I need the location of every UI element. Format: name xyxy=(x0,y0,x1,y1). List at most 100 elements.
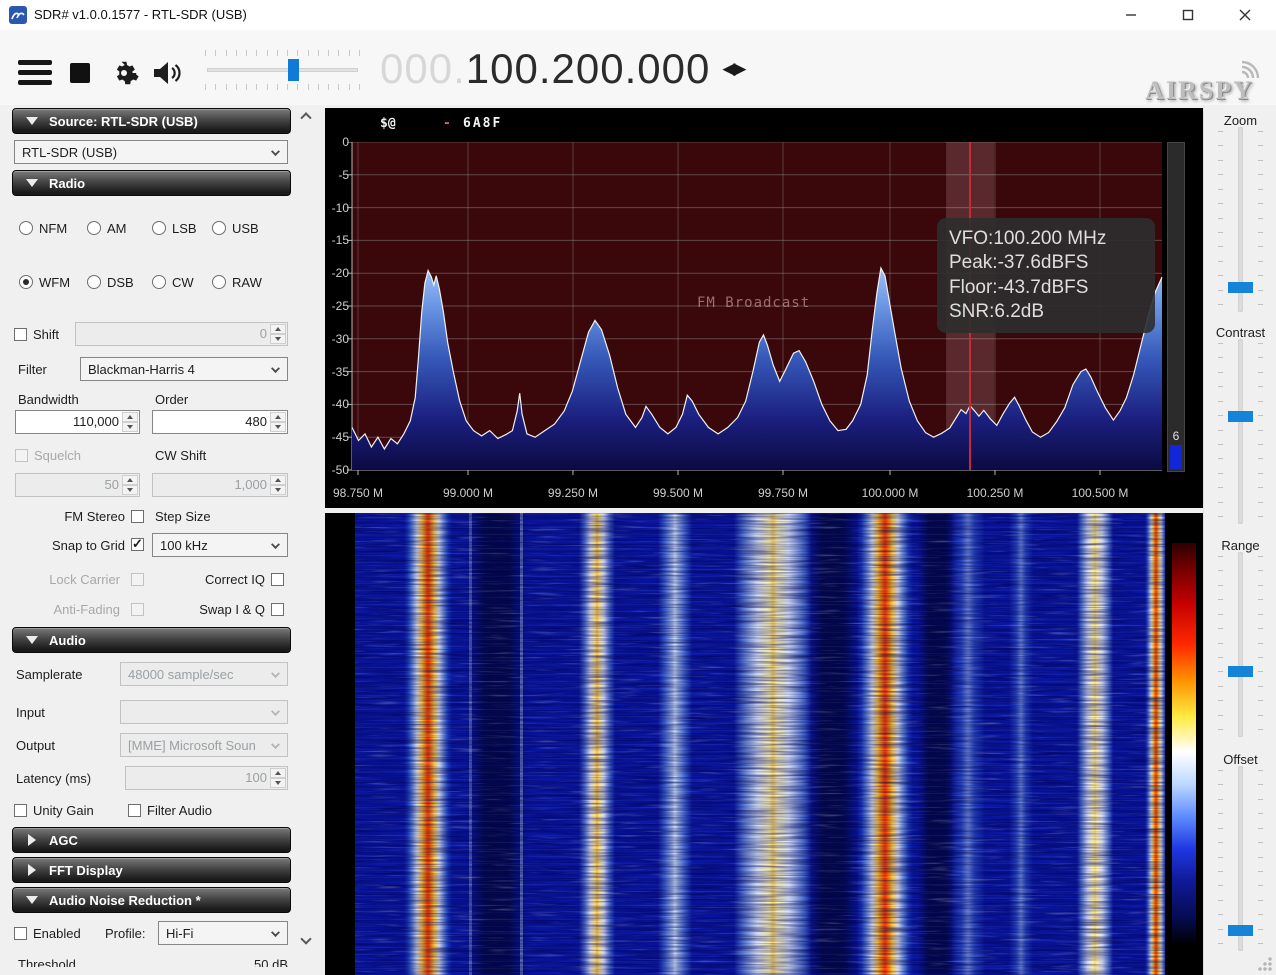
slider-tick xyxy=(1258,943,1263,944)
maximize-button[interactable] xyxy=(1165,0,1210,30)
order-spinner[interactable]: 480 xyxy=(152,410,288,434)
audio-panel-header[interactable]: Audio xyxy=(12,627,291,653)
slider-tick xyxy=(1258,671,1263,672)
snap-to-grid-checkbox[interactable] xyxy=(131,538,144,551)
slider-tick xyxy=(1258,174,1263,175)
samplerate-dropdown[interactable]: 48000 sample/sec xyxy=(120,662,288,686)
stop-button[interactable] xyxy=(70,63,90,83)
slider-tick xyxy=(1258,614,1263,615)
contrast-slider[interactable] xyxy=(1218,339,1263,524)
slider-tick xyxy=(1218,372,1223,373)
step-size-label: Step Size xyxy=(155,509,211,524)
squelch-spinner[interactable]: 50 xyxy=(15,473,140,497)
anti-fading-checkbox[interactable] xyxy=(131,603,144,616)
slider-tick xyxy=(1258,473,1263,474)
frequency-dim-digits[interactable]: 000. xyxy=(380,45,466,93)
window-resize-grip[interactable] xyxy=(1257,956,1273,972)
mode-wfm[interactable]: WFM xyxy=(19,275,70,290)
range-slider-label: Range xyxy=(1204,538,1276,553)
slider-tick xyxy=(1258,261,1263,262)
speaker-icon[interactable] xyxy=(152,60,182,91)
spectrum-display[interactable]: $@ - 6A8F 0-5-10-15-20-25-30-35-40-45-50… xyxy=(325,108,1203,508)
slider-tick xyxy=(1258,145,1263,146)
menu-button[interactable] xyxy=(18,60,52,85)
slider-tick xyxy=(1218,729,1223,730)
fm-stereo-checkbox[interactable] xyxy=(131,510,144,523)
slider-tick xyxy=(1218,304,1223,305)
radio-panel-header[interactable]: Radio xyxy=(12,170,291,196)
mode-cw[interactable]: CW xyxy=(152,275,194,290)
latency-spinner[interactable]: 100 xyxy=(125,766,288,790)
shift-checkbox[interactable] xyxy=(14,328,27,341)
tooltip-floor: Floor:-43.7dBFS xyxy=(949,276,1143,300)
slider-thumb[interactable] xyxy=(1228,925,1253,936)
db-tick-label: -45 xyxy=(325,430,349,444)
squelch-checkbox[interactable] xyxy=(15,449,28,462)
slider-tick xyxy=(1218,458,1223,459)
frequency-digits[interactable]: 100.200.000 xyxy=(466,45,711,93)
slider-tick xyxy=(1258,386,1263,387)
slider-tick xyxy=(1218,131,1223,132)
slider-tick xyxy=(1258,715,1263,716)
mode-raw[interactable]: RAW xyxy=(212,275,262,290)
step-size-dropdown[interactable]: 100 kHz xyxy=(152,533,288,557)
volume-slider[interactable] xyxy=(205,42,360,98)
frequency-tick-label: 100.000 M xyxy=(845,486,935,500)
db-tick-label: -10 xyxy=(325,201,349,215)
db-tick-label: -50 xyxy=(325,463,349,477)
minimize-button[interactable] xyxy=(1108,0,1153,30)
filter-dropdown[interactable]: Blackman-Harris 4 xyxy=(80,357,288,381)
frequency-step-arrows[interactable]: ◀▶ xyxy=(722,59,744,79)
slider-tick xyxy=(1218,914,1223,915)
input-dropdown[interactable] xyxy=(120,700,288,724)
slider-tick xyxy=(1258,657,1263,658)
mode-usb[interactable]: USB xyxy=(212,221,259,236)
mode-dsb[interactable]: DSB xyxy=(87,275,134,290)
slider-tick xyxy=(1258,203,1263,204)
offset-slider[interactable] xyxy=(1218,766,1263,951)
slider-thumb[interactable] xyxy=(1228,282,1253,293)
filter-audio-checkbox[interactable] xyxy=(128,804,141,817)
slider-tick xyxy=(1258,189,1263,190)
fft-display-panel-header[interactable]: FFT Display xyxy=(12,857,291,883)
mode-am[interactable]: AM xyxy=(87,221,127,236)
zoom-slider[interactable] xyxy=(1218,127,1263,312)
waterfall-display[interactable] xyxy=(325,513,1203,975)
bandwidth-spinner[interactable]: 110,000 xyxy=(15,410,140,434)
slider-tick xyxy=(1218,444,1223,445)
source-device-dropdown[interactable]: RTL-SDR (USB) xyxy=(14,140,288,164)
settings-gear-icon[interactable] xyxy=(110,58,140,93)
waterfall-legend-zone xyxy=(1165,513,1203,975)
cw-shift-spinner[interactable]: 1,000 xyxy=(152,473,288,497)
frequency-display[interactable]: 000.100.200.000 ◀▶ xyxy=(380,43,744,95)
close-button[interactable] xyxy=(1222,0,1267,30)
slider-tick xyxy=(1218,700,1223,701)
anr-enabled-checkbox[interactable] xyxy=(14,927,27,940)
scroll-down-arrow-icon[interactable] xyxy=(302,935,312,945)
db-tick-label: -20 xyxy=(325,266,349,280)
slider-thumb[interactable] xyxy=(1228,666,1253,677)
title-bar: SDR# v1.0.0.1577 - RTL-SDR (USB) xyxy=(0,0,1276,30)
slider-thumb[interactable] xyxy=(1228,411,1253,422)
source-panel-header[interactable]: Source: RTL-SDR (USB) xyxy=(12,108,291,134)
db-tick-label: -15 xyxy=(325,233,349,247)
audio-noise-reduction-panel-header[interactable]: Audio Noise Reduction * xyxy=(12,887,291,913)
shift-spinner[interactable]: 0 xyxy=(75,322,288,346)
offset-slider-label: Offset xyxy=(1204,752,1276,767)
scroll-up-arrow-icon[interactable] xyxy=(302,111,312,121)
correct-iq-checkbox[interactable] xyxy=(271,573,284,586)
mode-nfm[interactable]: NFM xyxy=(19,221,67,236)
lock-carrier-checkbox[interactable] xyxy=(131,573,144,586)
slider-tick xyxy=(1258,729,1263,730)
anr-profile-dropdown[interactable]: Hi-Fi xyxy=(158,921,288,945)
range-slider[interactable] xyxy=(1218,552,1263,737)
agc-panel-header[interactable]: AGC xyxy=(12,827,291,853)
sidebar-scrollbar[interactable] xyxy=(299,105,316,967)
snr-meter-fill xyxy=(1170,445,1182,469)
volume-track[interactable] xyxy=(207,68,358,72)
output-dropdown[interactable]: [MME] Microsoft Soun xyxy=(120,733,288,757)
mode-lsb[interactable]: LSB xyxy=(152,221,197,236)
volume-thumb[interactable] xyxy=(288,59,299,81)
unity-gain-checkbox[interactable] xyxy=(14,804,27,817)
swap-iq-checkbox[interactable] xyxy=(271,603,284,616)
